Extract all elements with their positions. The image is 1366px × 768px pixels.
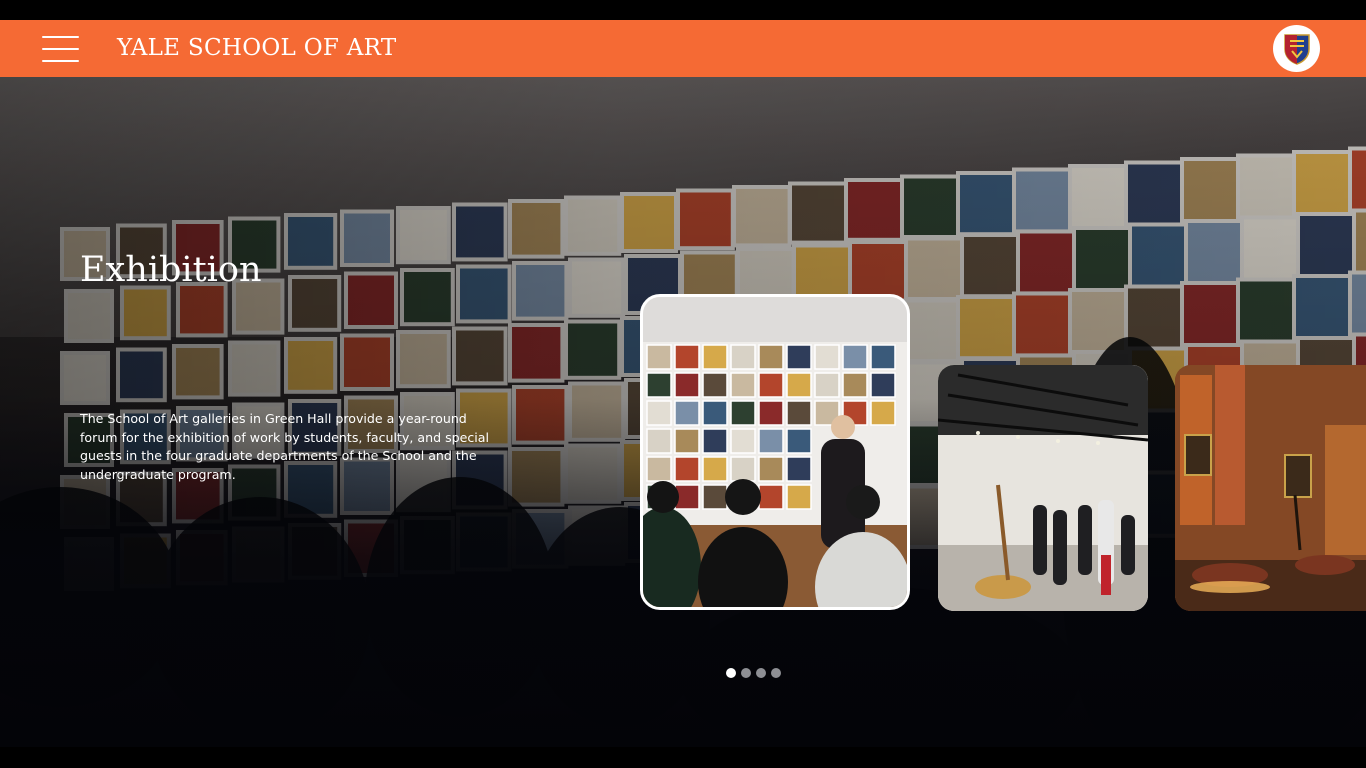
menu-bar	[42, 48, 79, 50]
carousel-dot-1[interactable]	[726, 668, 736, 678]
hamburger-menu-icon[interactable]	[42, 36, 79, 62]
bottom-black-band	[0, 747, 1366, 768]
carousel-card-gallery-talk[interactable]	[640, 294, 910, 610]
carousel-card-gallery-opening[interactable]	[938, 365, 1148, 611]
carousel-dot-2[interactable]	[741, 668, 751, 678]
exhibition-hero: Exhibition The School of Art galleries i…	[0, 77, 1366, 747]
site-title[interactable]: YALE SCHOOL OF ART	[117, 33, 396, 63]
gallery-talk-image	[643, 297, 907, 607]
hero-title: Exhibition	[80, 250, 262, 290]
top-black-band	[0, 0, 1366, 20]
carousel-card-warm-gallery[interactable]	[1175, 365, 1366, 611]
menu-bar	[42, 60, 79, 62]
menu-bar	[42, 36, 79, 38]
gallery-opening-image	[938, 365, 1148, 611]
yale-crest-logo[interactable]	[1273, 25, 1320, 72]
site-header: YALE SCHOOL OF ART	[0, 20, 1366, 77]
carousel-pagination	[726, 668, 781, 678]
warm-gallery-image	[1175, 365, 1366, 611]
hero-description: The School of Art galleries in Green Hal…	[80, 411, 490, 482]
carousel-dot-4[interactable]	[771, 668, 781, 678]
carousel-dot-3[interactable]	[756, 668, 766, 678]
shield-icon	[1283, 33, 1310, 65]
